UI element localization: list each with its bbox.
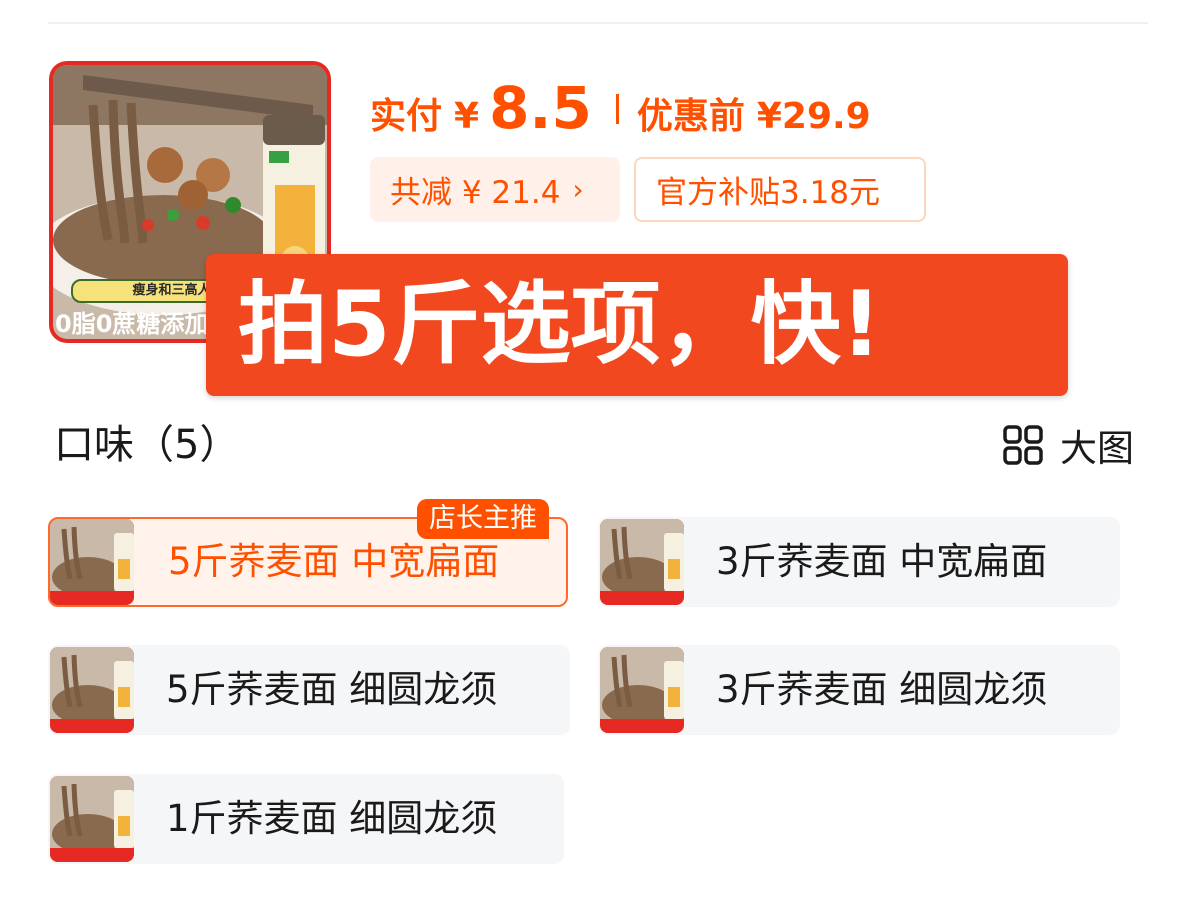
total-discount-label: 共减 ¥ 21.4 [390, 175, 561, 211]
large-view-label: 大图 [1060, 427, 1134, 470]
option-5jin-round[interactable]: 5斤荞麦面 细圆龙须 [48, 645, 570, 735]
flavor-section-title: 口味（5） [54, 422, 240, 468]
price-row: 实付 ¥ 8.5 优惠前 ¥29.9 [370, 74, 871, 144]
total-discount-chip[interactable]: 共减 ¥ 21.4 › [370, 157, 620, 222]
overlay-banner: 拍5斤选项，快! [206, 254, 1068, 396]
price-divider [615, 94, 619, 124]
recommended-badge: 店长主推 [417, 499, 549, 539]
option-thumbnail [50, 776, 134, 862]
option-thumbnail [50, 647, 134, 733]
option-3jin-round[interactable]: 3斤荞麦面 细圆龙须 [598, 645, 1120, 735]
option-label: 5斤荞麦面 细圆龙须 [166, 668, 498, 711]
option-label: 1斤荞麦面 细圆龙须 [166, 797, 498, 840]
subsidy-label: 官方补贴3.18元 [656, 175, 881, 211]
large-view-toggle[interactable]: 大图 [1002, 418, 1134, 472]
chevron-right-icon: › [572, 173, 584, 206]
option-3jin-flat[interactable]: 3斤荞麦面 中宽扁面 [598, 517, 1120, 607]
subsidy-chip: 官方补贴3.18元 [634, 157, 926, 222]
option-1jin-round[interactable]: 1斤荞麦面 细圆龙须 [48, 774, 564, 864]
pay-amount: 8.5 [489, 74, 592, 142]
original-price: ¥29.9 [756, 96, 871, 137]
option-thumbnail [50, 519, 134, 605]
top-divider [48, 22, 1148, 24]
option-label: 3斤荞麦面 中宽扁面 [716, 540, 1048, 583]
pay-label: 实付 [370, 96, 443, 137]
original-price-label: 优惠前 [636, 96, 745, 137]
option-label: 3斤荞麦面 细圆龙须 [716, 668, 1048, 711]
option-thumbnail [600, 647, 684, 733]
pay-currency: ¥ [454, 96, 480, 137]
grid-icon [1003, 425, 1043, 465]
option-thumbnail [600, 519, 684, 605]
